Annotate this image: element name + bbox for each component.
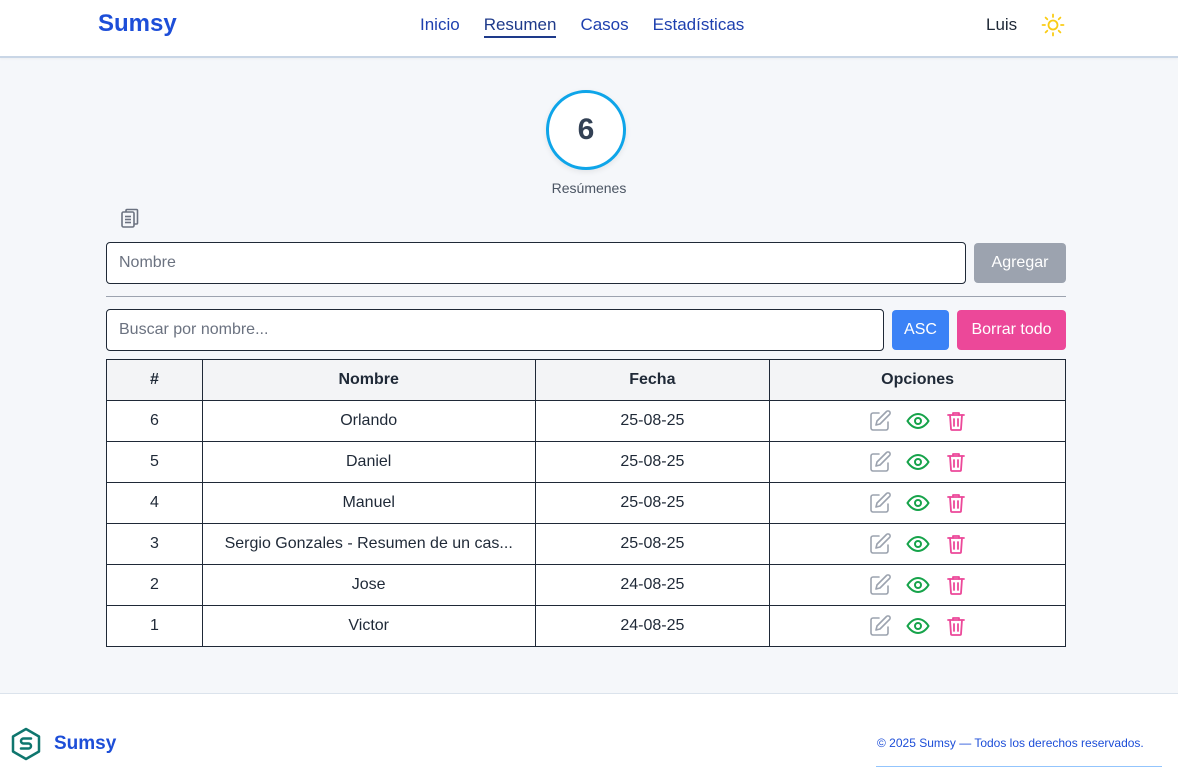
footer: Sumsy © 2025 Sumsy — Todos los derechos … xyxy=(0,693,1178,780)
user-name[interactable]: Luis xyxy=(986,15,1017,35)
summaries-table: # Nombre Fecha Opciones 6 Orlando 25-08-… xyxy=(106,359,1066,647)
delete-icon[interactable] xyxy=(944,532,968,556)
row-date: 25-08-25 xyxy=(534,482,771,524)
name-input[interactable] xyxy=(106,242,966,284)
nav-estadisticas[interactable]: Estadísticas xyxy=(653,15,745,38)
summary-count-label: Resúmenes xyxy=(551,180,627,196)
row-options xyxy=(769,605,1066,647)
edit-icon[interactable] xyxy=(868,614,892,638)
edit-icon[interactable] xyxy=(868,573,892,597)
table-row: 5 Daniel 25-08-25 xyxy=(106,441,1066,483)
delete-icon[interactable] xyxy=(944,409,968,433)
row-options xyxy=(769,523,1066,565)
row-number: 1 xyxy=(106,605,203,647)
nav-casos[interactable]: Casos xyxy=(580,15,628,38)
row-number: 6 xyxy=(106,400,203,442)
table-header-row: # Nombre Fecha Opciones xyxy=(106,359,1066,401)
view-icon[interactable] xyxy=(905,614,930,638)
row-date: 25-08-25 xyxy=(534,523,771,565)
row-date: 25-08-25 xyxy=(534,441,771,483)
footer-brand[interactable]: Sumsy xyxy=(54,733,116,755)
footer-copyright: © 2025 Sumsy — Todos los derechos reserv… xyxy=(877,736,1144,750)
table-row: 2 Jose 24-08-25 xyxy=(106,564,1066,606)
edit-icon[interactable] xyxy=(868,450,892,474)
delete-all-button[interactable]: Borrar todo xyxy=(957,310,1066,350)
delete-icon[interactable] xyxy=(944,614,968,638)
edit-icon[interactable] xyxy=(868,532,892,556)
row-date: 24-08-25 xyxy=(534,605,771,647)
column-header-date[interactable]: Fecha xyxy=(534,359,771,401)
view-icon[interactable] xyxy=(905,491,930,515)
nav-resumen[interactable]: Resumen xyxy=(483,15,557,38)
row-name: Victor xyxy=(201,605,536,647)
row-name: Manuel xyxy=(201,482,536,524)
table-row: 4 Manuel 25-08-25 xyxy=(106,482,1066,524)
row-date: 24-08-25 xyxy=(534,564,771,606)
add-button[interactable]: Agregar xyxy=(974,243,1066,283)
column-header-number: # xyxy=(106,359,203,401)
row-number: 3 xyxy=(106,523,203,565)
row-number: 4 xyxy=(106,482,203,524)
delete-icon[interactable] xyxy=(944,491,968,515)
table-row: 3 Sergio Gonzales - Resumen de un cas...… xyxy=(106,523,1066,565)
divider xyxy=(106,296,1066,297)
row-number: 2 xyxy=(106,564,203,606)
column-header-name[interactable]: Nombre xyxy=(201,359,536,401)
row-name: Sergio Gonzales - Resumen de un cas... xyxy=(201,523,536,565)
view-icon[interactable] xyxy=(905,532,930,556)
search-input[interactable] xyxy=(106,309,884,351)
row-date: 25-08-25 xyxy=(534,400,771,442)
row-options xyxy=(769,482,1066,524)
column-header-options: Opciones xyxy=(769,359,1066,401)
edit-icon[interactable] xyxy=(868,409,892,433)
main-nav: Inicio Resumen Casos Estadísticas xyxy=(420,15,744,38)
sun-icon[interactable] xyxy=(1041,13,1065,37)
sumsy-logo-icon[interactable] xyxy=(10,727,42,761)
row-number: 5 xyxy=(106,441,203,483)
delete-icon[interactable] xyxy=(944,450,968,474)
brand-logo[interactable]: Sumsy xyxy=(98,10,177,38)
sort-button[interactable]: ASC xyxy=(892,310,949,350)
edit-icon[interactable] xyxy=(868,491,892,515)
row-options xyxy=(769,564,1066,606)
view-icon[interactable] xyxy=(905,573,930,597)
view-icon[interactable] xyxy=(905,450,930,474)
nav-inicio[interactable]: Inicio xyxy=(420,15,460,38)
delete-icon[interactable] xyxy=(944,573,968,597)
clipboard-icon[interactable] xyxy=(118,206,142,230)
top-navbar: Sumsy Inicio Resumen Casos Estadísticas … xyxy=(0,0,1178,58)
row-name: Daniel xyxy=(201,441,536,483)
row-options xyxy=(769,441,1066,483)
row-name: Orlando xyxy=(201,400,536,442)
row-options xyxy=(769,400,1066,442)
view-icon[interactable] xyxy=(905,409,930,433)
summary-count: 6 xyxy=(546,90,626,170)
footer-divider xyxy=(876,766,1162,767)
table-row: 1 Victor 24-08-25 xyxy=(106,605,1066,647)
row-name: Jose xyxy=(201,564,536,606)
table-row: 6 Orlando 25-08-25 xyxy=(106,400,1066,442)
